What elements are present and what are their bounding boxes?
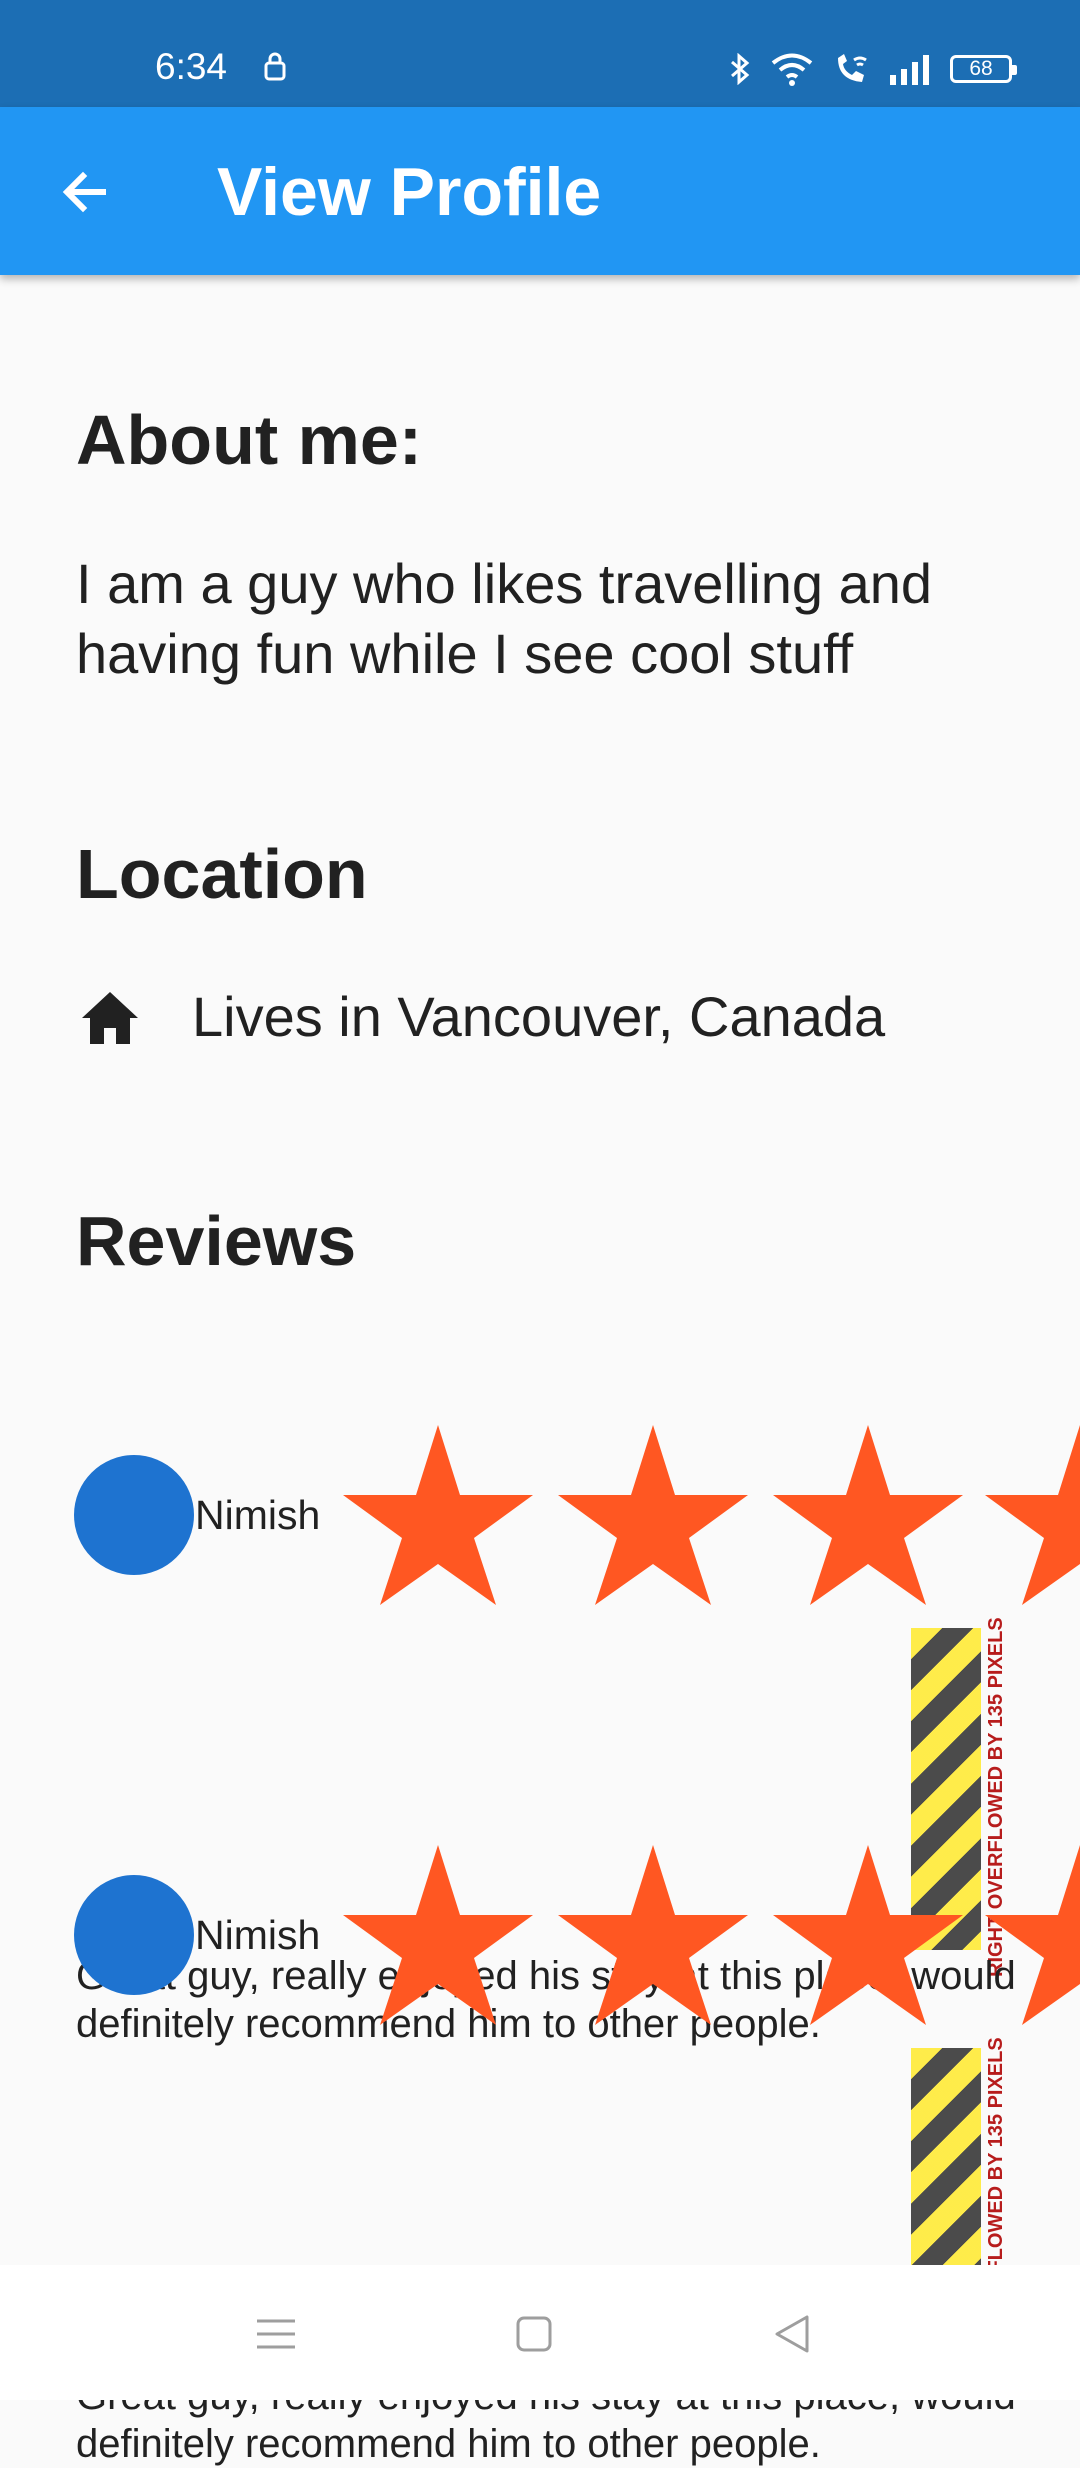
battery-icon: 68 <box>950 55 1017 83</box>
signal-icon <box>890 55 929 85</box>
review-card: Nimish RIGHT OVERFLOWED BY 135 PIXELS Gr… <box>0 1345 1080 2046</box>
star-icon <box>558 1845 748 2025</box>
page-title: View Profile <box>217 154 602 230</box>
star-icon <box>558 1425 748 1605</box>
wifi-call-icon <box>838 54 867 82</box>
about-heading: About me: <box>76 401 423 479</box>
star-icon <box>343 1845 533 2025</box>
status-bar: 6:34 68 <box>0 0 1080 107</box>
star-icon <box>773 1845 963 2025</box>
reviewer-name: Nimish <box>195 1912 321 1958</box>
avatar <box>74 1875 194 1995</box>
reviewer-name: Nimish <box>195 1492 321 1538</box>
home-square-icon[interactable] <box>509 2309 559 2359</box>
status-icons: 68 <box>728 52 1017 86</box>
back-triangle-icon[interactable] <box>767 2309 817 2359</box>
vpn-icon <box>264 52 286 81</box>
home-icon <box>82 992 138 1044</box>
avatar <box>74 1455 194 1575</box>
system-nav-bar <box>0 2265 1080 2400</box>
menu-icon[interactable] <box>251 2309 301 2359</box>
star-icon <box>985 1845 1080 2025</box>
about-text: I am a guy who likes travelling and havi… <box>76 552 932 685</box>
location-heading: Location <box>76 835 368 913</box>
status-time: 6:34 <box>155 46 228 87</box>
location-text: Lives in Vancouver, Canada <box>192 985 886 1048</box>
battery-level: 68 <box>969 57 993 80</box>
back-button[interactable] <box>42 149 128 235</box>
star-icon <box>773 1425 963 1605</box>
reviews-heading: Reviews <box>76 1202 357 1280</box>
review-card: Nimish RIGHT OVERFLOWED BY 135 PIXELS Gr… <box>0 1765 1080 2466</box>
bluetooth-icon <box>731 53 750 85</box>
wifi-icon <box>771 53 813 86</box>
star-icon <box>985 1425 1080 1605</box>
star-icon <box>343 1425 533 1605</box>
app-bar: View Profile <box>0 107 1080 275</box>
profile-content[interactable]: About me: I am a guy who likes travellin… <box>0 275 1080 2466</box>
arrow-back-icon <box>62 171 106 213</box>
